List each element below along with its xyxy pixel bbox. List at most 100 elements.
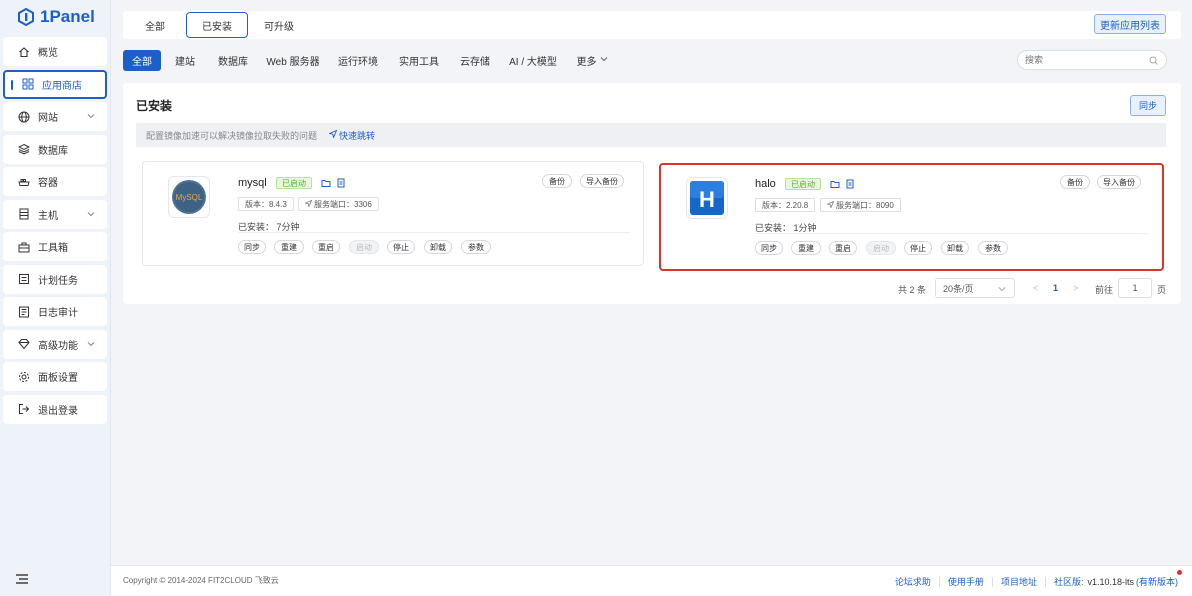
sidebar-item-host[interactable]: 主机	[3, 199, 107, 229]
sidebar-item-overview[interactable]: 概览	[3, 37, 107, 66]
folder-icon[interactable]	[830, 178, 840, 188]
manual-link[interactable]: 使用手册	[948, 575, 984, 588]
stop-button[interactable]: 停止	[904, 241, 932, 255]
file-icon[interactable]	[336, 177, 346, 188]
gear-icon	[18, 371, 30, 383]
logo-text: 1Panel	[40, 7, 95, 26]
logo[interactable]: 1Panel	[18, 6, 95, 28]
sidebar-item-label: 应用商店	[42, 80, 82, 92]
version-label: v1.10.18-lts	[1087, 576, 1134, 587]
sync-button[interactable]: 同步	[1130, 95, 1166, 116]
container-icon	[18, 176, 30, 188]
project-link[interactable]: 项目地址	[1001, 575, 1037, 588]
sidebar-item-cron[interactable]: 计划任务	[3, 264, 107, 294]
rebuild-button[interactable]: 重建	[791, 241, 821, 255]
notification-dot	[1177, 570, 1182, 575]
sidebar-item-advanced[interactable]: 高级功能	[3, 329, 107, 359]
status-tabs-bar: 全部 已安装 可升级 更新应用列表	[123, 11, 1181, 39]
version-tag: 版本：2.20.8	[755, 198, 816, 212]
folder-icon[interactable]	[321, 177, 331, 187]
uninstall-button[interactable]: 卸载	[941, 241, 969, 255]
port-tag: 服务端口：3306	[298, 197, 379, 211]
port-label: 服务端口：3306	[314, 199, 372, 209]
port-tag: 服务端口：8090	[820, 198, 901, 212]
log-icon	[18, 306, 30, 318]
tab-all[interactable]: 全部	[135, 12, 175, 38]
page-size-select[interactable]: 20条/页	[935, 278, 1015, 298]
stop-button[interactable]: 停止	[387, 240, 415, 254]
diamond-icon	[18, 338, 30, 350]
halo-logo-icon: H	[686, 177, 728, 219]
category-website[interactable]: 建站	[169, 50, 201, 71]
sidebar-item-label: 退出登录	[38, 405, 78, 417]
uninstall-button[interactable]: 卸载	[424, 240, 452, 254]
sidebar-item-logout[interactable]: 退出登录	[3, 394, 107, 424]
sidebar-item-toolbox[interactable]: 工具箱	[3, 232, 107, 261]
server-icon	[18, 208, 30, 220]
category-cloud-storage[interactable]: 云存储	[456, 50, 494, 71]
quick-jump-label: 快速跳转	[339, 130, 376, 141]
sync-action-button[interactable]: 同步	[238, 240, 266, 254]
goto-page-input[interactable]: 1	[1118, 278, 1152, 298]
page-number[interactable]: 1	[1053, 283, 1058, 293]
forum-link[interactable]: 论坛求助	[895, 575, 931, 588]
sidebar-item-log-audit[interactable]: 日志审计	[3, 297, 107, 326]
globe-icon	[18, 111, 30, 123]
quick-jump-link[interactable]: 快速跳转	[328, 129, 376, 142]
category-runtime[interactable]: 运行环境	[334, 50, 382, 71]
update-app-list-button[interactable]: 更新应用列表	[1094, 14, 1166, 34]
send-icon	[826, 200, 835, 210]
category-more[interactable]: 更多	[573, 50, 611, 71]
tab-installed[interactable]: 已安装	[186, 12, 248, 38]
sidebar-item-container[interactable]: 容器	[3, 167, 107, 196]
rebuild-button[interactable]: 重建	[274, 240, 304, 254]
restart-button[interactable]: 重启	[829, 241, 857, 255]
backup-button[interactable]: 备份	[542, 174, 572, 188]
category-database[interactable]: 数据库	[213, 50, 253, 71]
layers-icon	[18, 143, 30, 155]
version-tag: 版本：8.4.3	[238, 197, 294, 211]
sidebar-item-label: 计划任务	[38, 275, 78, 287]
list-icon	[18, 273, 30, 285]
category-tools[interactable]: 实用工具	[395, 50, 443, 71]
search-box[interactable]	[1017, 50, 1167, 70]
search-input[interactable]	[1025, 55, 1145, 65]
sync-action-button[interactable]: 同步	[755, 241, 783, 255]
params-button[interactable]: 参数	[978, 241, 1008, 255]
next-page-button[interactable]: >	[1073, 283, 1078, 293]
chevron-down-icon	[87, 340, 95, 348]
sidebar-item-website[interactable]: 网站	[3, 102, 107, 131]
restart-button[interactable]: 重启	[312, 240, 340, 254]
sidebar: 1Panel 概览 应用商店 网站 数据库 容器 主机 工具箱 计划任务 日志审…	[0, 0, 111, 596]
backup-button[interactable]: 备份	[1060, 175, 1090, 189]
page-title: 已安装	[136, 99, 173, 113]
category-web-server[interactable]: Web 服务器	[265, 50, 321, 71]
mirror-notice: 配置镜像加速可以解决镜像拉取失败的问题 快速跳转	[136, 123, 1166, 147]
menu-collapse-icon[interactable]	[15, 573, 29, 585]
category-all[interactable]: 全部	[123, 50, 161, 71]
params-button[interactable]: 参数	[461, 240, 491, 254]
sidebar-item-label: 日志审计	[38, 308, 78, 319]
mysql-logo-icon: MySQL	[168, 176, 210, 218]
import-backup-button[interactable]: 导入备份	[1097, 175, 1141, 189]
prev-page-button[interactable]: <	[1033, 283, 1038, 293]
notice-text: 配置镜像加速可以解决镜像拉取失败的问题	[146, 130, 318, 141]
sidebar-item-label: 数据库	[38, 145, 68, 157]
new-version-link[interactable]: (有新版本)	[1136, 570, 1182, 588]
search-icon[interactable]	[1149, 56, 1158, 67]
category-ai[interactable]: AI / 大模型	[507, 50, 559, 71]
sidebar-item-settings[interactable]: 面板设置	[3, 362, 107, 391]
file-icon[interactable]	[845, 178, 855, 189]
tab-upgradable[interactable]: 可升级	[258, 12, 300, 38]
app-name: halo	[755, 178, 776, 190]
sidebar-item-app-store[interactable]: 应用商店	[3, 69, 107, 99]
import-backup-button[interactable]: 导入备份	[580, 174, 624, 188]
sidebar-item-database[interactable]: 数据库	[3, 134, 107, 164]
logout-icon	[18, 403, 30, 415]
logo-icon	[18, 8, 34, 26]
start-button: 启动	[349, 240, 379, 254]
page-unit-label: 页	[1157, 285, 1167, 295]
edition-label: 社区版:	[1053, 577, 1084, 587]
divider	[755, 233, 1148, 234]
sidebar-item-label: 面板设置	[38, 373, 78, 384]
